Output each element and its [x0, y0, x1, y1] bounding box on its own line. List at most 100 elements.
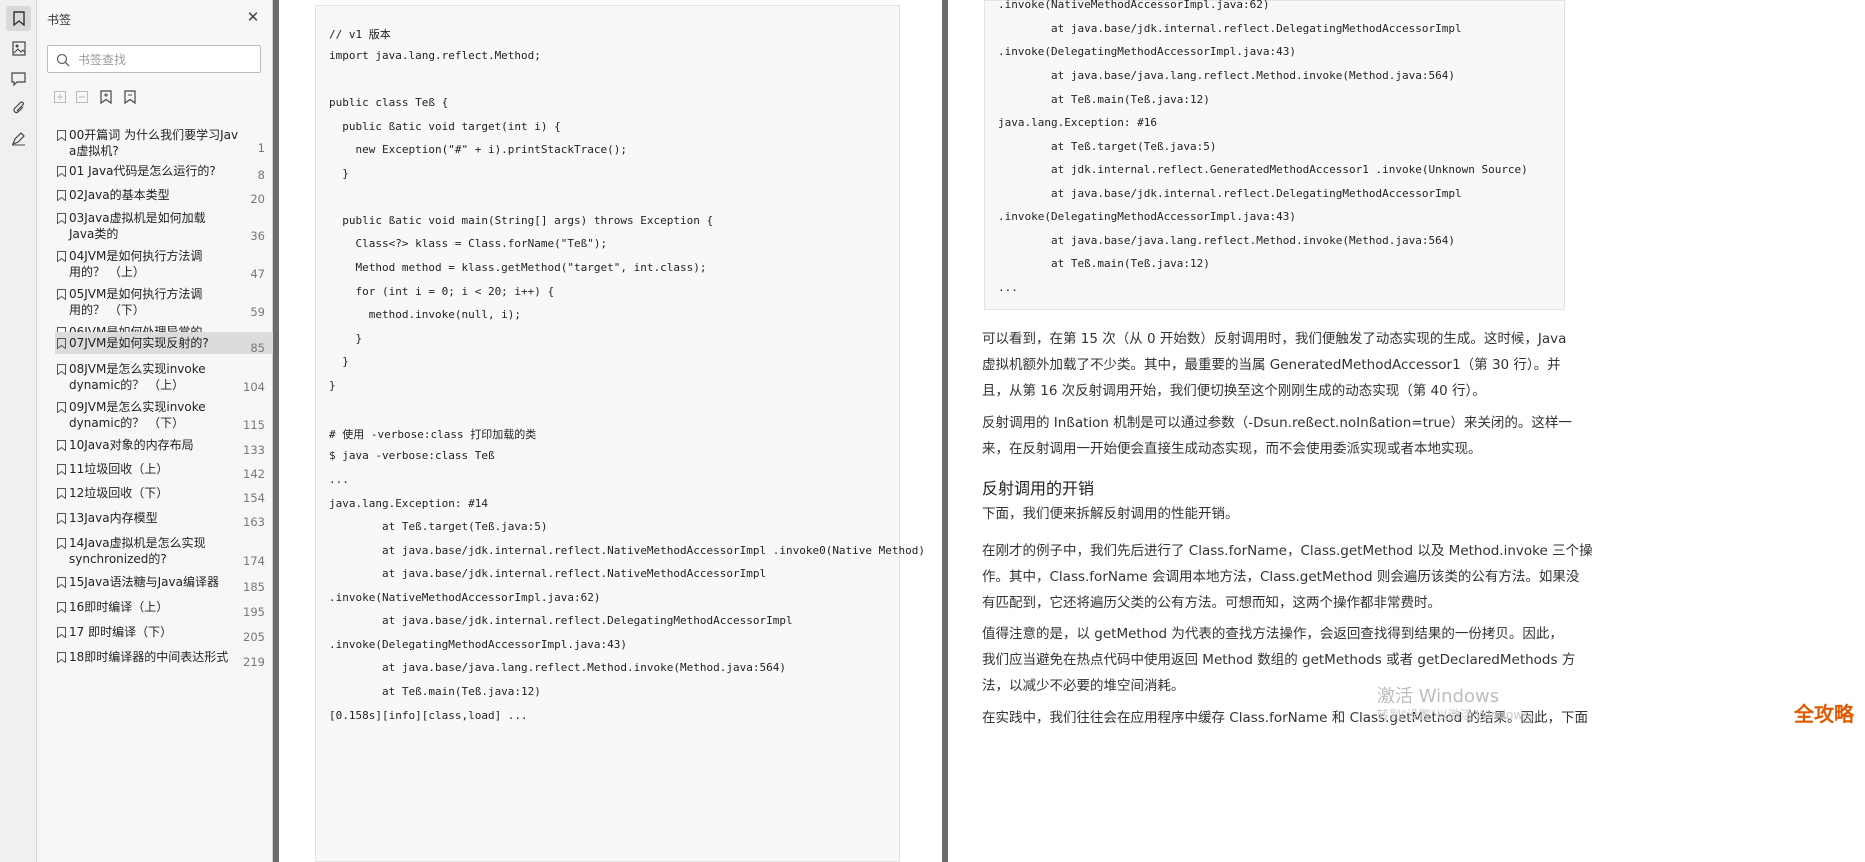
- bookmark-icon: [57, 627, 66, 638]
- signature-icon[interactable]: [6, 126, 31, 151]
- bookmark-item[interactable]: 12垃圾回收（下） 154: [55, 484, 273, 505]
- bookmark-item[interactable]: 00开篇词 为什么我们要学习Java虚拟机? 1: [55, 126, 273, 158]
- paragraph: 可以看到，在第 15 次（从 0 开始数）反射调用时，我们便触发了动态实现的生成…: [982, 326, 1862, 404]
- expand-all-icon[interactable]: [51, 88, 69, 106]
- code-line: [0.158s][info][class,load] ...: [329, 709, 528, 722]
- bookmark-item[interactable]: 14Java虚拟机是怎么实现synchronized的? 174: [55, 534, 273, 568]
- code-line: }: [329, 379, 336, 392]
- bookmark-icon: [57, 464, 66, 475]
- code-line: // v1 版本: [329, 28, 391, 41]
- bookmark-page: 163: [243, 515, 265, 529]
- bookmark-icon: [57, 364, 66, 375]
- bookmark-label: 11垃圾回收（上）: [69, 462, 169, 476]
- bookmark-icon: [57, 166, 66, 177]
- bookmark-item[interactable]: 09JVM是怎么实现invokedynamic的？ （下） 115: [55, 398, 273, 432]
- code-line: at Teß.target(Teß.java:5): [998, 140, 1217, 153]
- bookmark-item[interactable]: 17 即时编译（下） 205: [55, 623, 273, 644]
- bookmark-page: 20: [250, 192, 265, 206]
- code-line: Method method = klass.getMethod("target"…: [329, 261, 707, 274]
- bookmark-item[interactable]: 10Java对象的内存布局 133: [55, 436, 273, 457]
- code-line: public class Teß {: [329, 96, 449, 109]
- bookmark-item[interactable]: 01 Java代码是怎么运行的? 8: [55, 162, 273, 182]
- bookmark-item[interactable]: 02Java的基本类型 20: [55, 186, 273, 206]
- bookmark-label: 12垃圾回收（下）: [69, 486, 169, 500]
- delete-bookmark-icon[interactable]: [121, 88, 139, 106]
- bookmark-icon: [57, 213, 66, 224]
- bookmark-label: 03Java虚拟机是如何加载Java类的: [69, 211, 206, 241]
- bookmark-page: 205: [243, 630, 265, 644]
- bookmark-page: 174: [243, 554, 265, 568]
- bookmark-item[interactable]: 11垃圾回收（上） 142: [55, 460, 273, 481]
- bookmark-label: 01 Java代码是怎么运行的?: [69, 164, 216, 178]
- paragraph-line: 且，从第 16 次反射调用开始，我们便切换至这个刚刚生成的动态实现（第 40 行…: [982, 383, 1486, 399]
- bookmark-icon: [57, 190, 66, 201]
- code-line: at java.base/jdk.internal.reflect.Delega…: [998, 22, 1462, 35]
- pdf-reader-window: 书签 ✕ 00开篇词 为什么我们要: [0, 0, 1865, 862]
- bookmark-icon: [57, 338, 66, 349]
- bookmark-item[interactable]: 05JVM是如何执行方法调用的？ （下） 59: [55, 285, 273, 319]
- bookmark-item[interactable]: 18即时编译器的中间表达形式 219: [55, 648, 273, 669]
- bookmark-icon: [57, 538, 66, 549]
- bookmark-panel-icon[interactable]: [6, 6, 31, 31]
- bookmark-label: 09JVM是怎么实现invokedynamic的？ （下）: [69, 400, 206, 430]
- bookmark-icon: [57, 577, 66, 588]
- code-line: at Teß.main(Teß.java:12): [998, 257, 1210, 270]
- bookmark-page: 85: [250, 341, 265, 355]
- bookmark-item[interactable]: 13Java内存模型 163: [55, 509, 273, 529]
- code-line: .invoke(NativeMethodAccessorImpl.java:62…: [329, 591, 601, 604]
- bookmark-panel: 书签 ✕ 00开篇词 为什么我们要: [37, 0, 273, 862]
- bookmark-item[interactable]: 08JVM是怎么实现invokedynamic的？ （上） 104: [55, 360, 273, 394]
- code-line: at java.base/java.lang.reflect.Method.in…: [998, 234, 1455, 247]
- collapse-all-icon[interactable]: [73, 88, 91, 106]
- code-line: at java.base/java.lang.reflect.Method.in…: [998, 69, 1455, 82]
- code-line: public ßatic void main(String[] args) th…: [329, 214, 714, 227]
- code-line: method.invoke(null, i);: [329, 308, 522, 321]
- code-line: at jdk.internal.reflect.GeneratedMethodA…: [998, 163, 1528, 176]
- code-block: .invoke(NativeMethodAccessorImpl.java:62…: [984, 0, 1565, 310]
- bookmark-item[interactable]: 16即时编译（上） 195: [55, 598, 273, 619]
- bookmark-item[interactable]: 15Java语法糖与Java编译器 185: [55, 573, 273, 594]
- code-line: java.lang.Exception: #16: [998, 116, 1157, 129]
- code-line: .invoke(DelegatingMethodAccessorImpl.jav…: [998, 210, 1297, 223]
- code-line: import java.lang.reflect.Method;: [329, 49, 541, 62]
- bookmark-icon: [57, 130, 66, 141]
- code-line: at Teß.main(Teß.java:12): [329, 685, 541, 698]
- bookmark-page: 142: [243, 467, 265, 481]
- code-line: ...: [329, 473, 349, 486]
- panel-title: 书签: [47, 13, 72, 27]
- bookmark-label: 15Java语法糖与Java编译器: [69, 575, 219, 589]
- add-bookmark-icon[interactable]: [97, 88, 115, 106]
- bookmark-icon: [57, 602, 66, 613]
- close-icon[interactable]: ✕: [245, 9, 261, 25]
- bookmark-icon: [57, 513, 66, 524]
- bookmark-item[interactable]: 03Java虚拟机是如何加载Java类的 36: [55, 209, 273, 243]
- bookmark-item-selected[interactable]: 07JVM是如何实现反射的? 85: [55, 332, 273, 355]
- side-toolbar: [0, 0, 37, 862]
- code-line: }: [329, 167, 349, 180]
- bookmark-label: 05JVM是如何执行方法调用的？ （下）: [69, 287, 203, 317]
- code-line: .invoke(NativeMethodAccessorImpl.java:62…: [998, 0, 1270, 11]
- bookmark-label: 04JVM是如何执行方法调用的？ （上）: [69, 249, 203, 279]
- code-line: .invoke(DelegatingMethodAccessorImpl.jav…: [329, 638, 628, 651]
- bookmark-icon: [57, 440, 66, 451]
- bookmark-label: 10Java对象的内存布局: [69, 438, 194, 452]
- windows-activation-hint: 转到"设置"以激活 Windows。: [1377, 708, 1542, 722]
- bookmark-label: 18即时编译器的中间表达形式: [69, 650, 229, 664]
- bookmark-search-box[interactable]: [47, 45, 261, 73]
- search-input[interactable]: [78, 51, 253, 68]
- paragraph: 反射调用的 Inßation 机制是可以通过参数（-Dsun.reßect.no…: [982, 410, 1862, 462]
- code-line: new Exception("#" + i).printStackTrace()…: [329, 143, 628, 156]
- bookmark-page: 8: [257, 168, 265, 182]
- paragraph-line: 虚拟机额外加载了不少类。其中，最重要的当属 GeneratedMethodAcc…: [982, 357, 1561, 373]
- bookmark-page: 154: [243, 491, 265, 505]
- bookmark-page: 195: [243, 605, 265, 619]
- attachment-icon[interactable]: [6, 96, 31, 121]
- bookmark-item[interactable]: 04JVM是如何执行方法调用的？ （上） 47: [55, 247, 273, 281]
- code-line: for (int i = 0; i < 20; i++) {: [329, 285, 555, 298]
- code-line: at java.base/jdk.internal.reflect.Native…: [329, 544, 926, 557]
- document-page-right: .invoke(NativeMethodAccessorImpl.java:62…: [948, 0, 1865, 862]
- comment-icon[interactable]: [6, 66, 31, 91]
- thumbnail-icon[interactable]: [6, 36, 31, 61]
- bookmark-icon: [57, 652, 66, 663]
- bookmark-label: 13Java内存模型: [69, 511, 158, 525]
